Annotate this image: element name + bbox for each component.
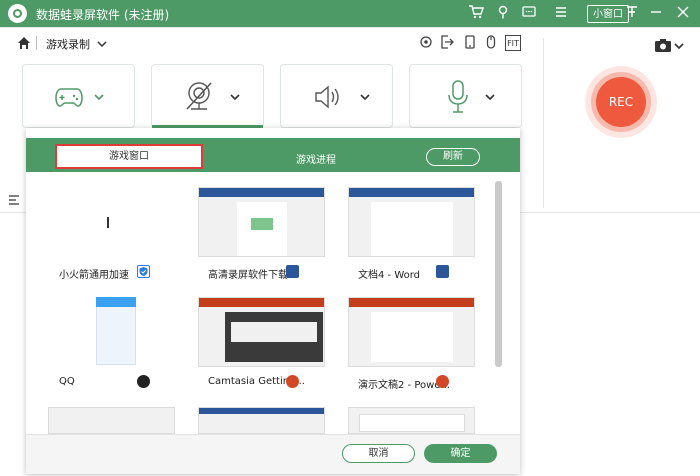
page-chart: [251, 218, 273, 230]
word-badge-icon: [436, 265, 449, 278]
qq-window-preview: [96, 297, 136, 365]
source-card-microphone[interactable]: [409, 64, 522, 128]
tab-game-process[interactable]: 游戏进程: [296, 151, 336, 166]
source-card-game[interactable]: [22, 64, 135, 128]
rec-button[interactable]: REC: [596, 77, 646, 127]
chevron-down-icon[interactable]: [93, 92, 105, 102]
microphone-icon: [448, 80, 468, 113]
location-pin-icon[interactable]: [493, 4, 513, 24]
scrollbar-thumb[interactable]: [495, 181, 502, 367]
ppt-ribbon: [199, 298, 324, 307]
source-card-system-audio[interactable]: [280, 64, 393, 128]
qq-badge-icon: [137, 375, 150, 388]
window-thumbnail[interactable]: [198, 407, 325, 434]
page-preview: [371, 202, 453, 256]
window-thumbnail[interactable]: [198, 297, 325, 367]
settings-icon[interactable]: [418, 34, 436, 52]
shield-badge-icon: [137, 265, 150, 278]
chevron-down-icon[interactable]: [229, 92, 241, 102]
game-controller-icon: [55, 88, 83, 107]
list-menu-icon[interactable]: [8, 195, 20, 205]
minimize-glyph: [651, 11, 661, 13]
speaker-icon: [315, 85, 339, 109]
window-thumbnail[interactable]: [48, 407, 175, 434]
webcam-icon: [186, 82, 212, 110]
minimize-icon[interactable]: [646, 4, 666, 24]
house-icon: [18, 37, 30, 49]
export-icon[interactable]: [439, 34, 457, 52]
divider: [0, 27, 700, 28]
window-title: 数据蛙录屏软件 (未注册): [36, 8, 170, 22]
hamburger-icon: [556, 7, 566, 17]
thumbnail-content: [107, 217, 109, 228]
slide-preview: [371, 312, 453, 362]
breadcrumb-separator: [36, 36, 37, 50]
fit-icon[interactable]: FIT: [505, 35, 521, 51]
window-label: 文档4 - Word: [358, 270, 421, 281]
cart-icon[interactable]: [466, 4, 486, 24]
close-icon[interactable]: [673, 4, 693, 24]
home-icon[interactable]: [17, 36, 31, 50]
camera-icon[interactable]: [654, 38, 684, 54]
ppt-ribbon: [349, 298, 474, 307]
pin-top-icon: [627, 6, 637, 17]
window-label: 小火箭通用加速: [59, 270, 129, 281]
chevron-glyph: [97, 41, 107, 48]
chat-icon: [522, 6, 536, 17]
vertical-divider: [543, 38, 544, 208]
menu-icon[interactable]: [551, 4, 571, 24]
gear-icon: [420, 36, 432, 48]
window-label: 高清录屏软件下载...: [208, 270, 298, 281]
confirm-button[interactable]: 确定: [424, 444, 497, 463]
word-ribbon: [199, 408, 324, 414]
chevron-down-icon[interactable]: [359, 92, 371, 102]
phone-icon[interactable]: [462, 34, 480, 52]
qq-header: [96, 297, 136, 307]
tab-game-window[interactable]: 游戏窗口: [55, 144, 203, 169]
mouse-glyph: [486, 35, 496, 49]
message-icon[interactable]: [519, 4, 539, 24]
pin-window-icon[interactable]: [622, 4, 642, 24]
chevron-down-icon[interactable]: [484, 92, 496, 102]
slide-dialog: [231, 322, 317, 342]
chevron-down-icon[interactable]: [96, 38, 108, 48]
powerpoint-badge-icon: [436, 375, 449, 388]
notification-preview: [359, 414, 465, 432]
app-logo-icon: [8, 4, 27, 23]
shield-icon: [139, 267, 148, 276]
breadcrumb-current: 游戏录制: [46, 38, 90, 51]
word-badge-icon: [286, 265, 299, 278]
mobile-icon: [465, 35, 475, 49]
window-thumbnail[interactable]: [348, 407, 475, 434]
close-glyph: [677, 6, 689, 18]
source-card-webcam[interactable]: [151, 64, 264, 128]
mouse-icon[interactable]: [483, 34, 501, 52]
window-thumbnail[interactable]: [348, 297, 475, 367]
powerpoint-badge-icon: [286, 375, 299, 388]
word-ribbon: [349, 188, 474, 197]
exit-icon: [441, 35, 454, 49]
window-thumbnail[interactable]: [45, 187, 172, 257]
window-label: QQ: [59, 376, 75, 387]
window-thumbnail[interactable]: [198, 187, 325, 257]
window-thumbnail[interactable]: [348, 187, 475, 257]
cancel-button[interactable]: 取消: [342, 444, 415, 463]
window-thumbnail[interactable]: [45, 297, 172, 367]
word-ribbon: [199, 188, 324, 197]
pin-icon: [498, 5, 508, 19]
refresh-button[interactable]: 刷新: [426, 148, 480, 166]
cart-icon: [469, 5, 484, 19]
